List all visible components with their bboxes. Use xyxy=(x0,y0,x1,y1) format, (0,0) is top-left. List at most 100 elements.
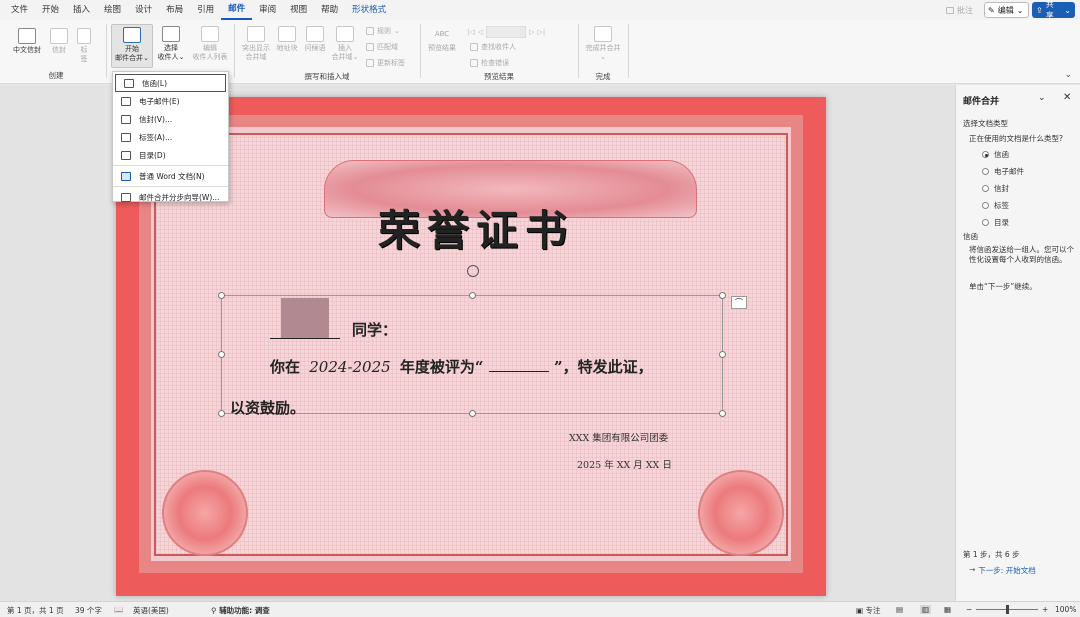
greeting-icon xyxy=(306,26,324,42)
word-count[interactable]: 39 个字 xyxy=(75,605,102,616)
menu-item-letters[interactable]: 信函(L) xyxy=(115,74,226,92)
radio-letters[interactable]: 信函 xyxy=(982,149,1080,160)
match-fields-button[interactable]: 匹配域 xyxy=(366,42,398,52)
resize-handle[interactable] xyxy=(719,351,726,358)
share-label: 共享 xyxy=(1045,0,1054,20)
next-step-label: 下一步: 开始文档 xyxy=(978,566,1036,575)
tab-insert[interactable]: 插入 xyxy=(66,0,97,20)
preview-results-button[interactable]: ABC 预览结果 xyxy=(424,26,460,53)
menu-item-wizard[interactable]: 邮件合并分步向导(W)... xyxy=(113,188,228,206)
prev-record-icon[interactable]: ◁ xyxy=(478,28,483,36)
update-labels-button[interactable]: 更新标签 xyxy=(366,58,405,68)
tab-file[interactable]: 文件 xyxy=(4,0,35,20)
tab-mailings[interactable]: 邮件 xyxy=(221,1,253,20)
section-letters: 信函 xyxy=(963,232,978,241)
zoom-slider-thumb[interactable] xyxy=(1006,605,1009,614)
language[interactable]: 英语(美国) xyxy=(133,605,169,616)
proofing-icon[interactable]: 📖 xyxy=(114,605,123,614)
radio-directory[interactable]: 目录 xyxy=(982,217,1080,228)
tab-view[interactable]: 视图 xyxy=(283,0,314,20)
chinese-envelope-button[interactable]: 中文信封 xyxy=(10,28,44,55)
comment-button[interactable]: 批注 xyxy=(946,2,979,18)
pane-options-chevron-icon[interactable]: ⌄ xyxy=(1038,93,1046,103)
doc-type-options: 信函 电子邮件 信封 标签 目录 xyxy=(956,149,1080,234)
layout-options-icon[interactable]: ⌒ xyxy=(731,296,747,309)
resize-handle[interactable] xyxy=(469,410,476,417)
envelope-button[interactable]: 信封 xyxy=(48,28,70,55)
group-label-create: 创建 xyxy=(48,71,64,80)
tab-review[interactable]: 审阅 xyxy=(252,0,283,20)
resize-handle[interactable] xyxy=(719,292,726,299)
tab-home[interactable]: 开始 xyxy=(35,0,66,20)
pane-title: 邮件合并 xyxy=(963,97,1000,107)
next-step-link[interactable]: → 下一步: 开始文档 xyxy=(969,565,1036,576)
arrow-right-icon: → xyxy=(969,565,976,574)
address-block-button[interactable]: 地址块 xyxy=(274,26,300,53)
continue-instruction: 单击“下一步”继续。 xyxy=(969,282,1037,291)
tab-design[interactable]: 设计 xyxy=(128,0,159,20)
wizard-icon xyxy=(121,192,131,202)
award-year: 2024-2025 xyxy=(309,358,391,376)
share-button[interactable]: ⇪ 共享 ⌄ xyxy=(1032,0,1075,20)
comment-label: 批注 xyxy=(957,5,973,15)
radio-labels[interactable]: 标签 xyxy=(982,200,1080,211)
resize-handle[interactable] xyxy=(218,292,225,299)
radio-dot xyxy=(982,219,989,226)
resize-handle[interactable] xyxy=(218,351,225,358)
menu-item-email[interactable]: 电子邮件(E) xyxy=(113,92,228,110)
edit-mode-button[interactable]: ✎ 编辑 ⌄ xyxy=(984,2,1029,18)
check-errors-button[interactable]: 检查错误 xyxy=(470,58,509,68)
recipients-icon xyxy=(162,26,180,42)
radio-email[interactable]: 电子邮件 xyxy=(982,166,1080,177)
tab-references[interactable]: 引用 xyxy=(190,0,221,20)
finish-merge-button[interactable]: 完成并合并 ⌄ xyxy=(582,26,624,62)
web-layout-icon[interactable]: ▦ xyxy=(944,605,951,614)
highlight-icon xyxy=(247,26,265,42)
menu-item-envelopes[interactable]: 信封(V)... xyxy=(113,110,228,128)
resize-handle[interactable] xyxy=(218,410,225,417)
menu-item-labels[interactable]: 标签(A)... xyxy=(113,128,228,146)
close-pane-icon[interactable]: ✕ xyxy=(1063,92,1071,103)
match-fields-label: 匹配域 xyxy=(377,43,398,51)
read-mode-icon[interactable]: ▤ xyxy=(896,605,903,614)
print-layout-icon[interactable]: ▥ xyxy=(920,605,932,614)
radio-envelopes[interactable]: 信封 xyxy=(982,183,1080,194)
zoom-in-icon[interactable]: + xyxy=(1042,605,1048,614)
greeting-line-button[interactable]: 问候语 xyxy=(302,26,328,53)
label-button[interactable]: 标签 xyxy=(76,28,92,64)
start-mail-merge-button[interactable]: 开始 邮件合并⌄ xyxy=(111,24,153,68)
zoom-out-icon[interactable]: − xyxy=(966,605,972,614)
menu-item-normal-doc[interactable]: 普通 Word 文档(N) xyxy=(113,167,228,185)
finish-merge-icon xyxy=(594,26,612,42)
edit-recipients-button[interactable]: 编辑 收件人列表 xyxy=(190,26,230,62)
record-number-field[interactable] xyxy=(486,26,527,38)
select-recipients-button[interactable]: 选择 收件人⌄ xyxy=(155,26,187,62)
accessibility-status[interactable]: ⚲ 辅助功能: 调查 xyxy=(211,605,270,616)
find-recipient-button[interactable]: 查找收件人 xyxy=(470,42,516,52)
chevron-down-icon: ⌄ xyxy=(600,53,606,61)
highlight-line1: 突出显示 xyxy=(242,44,270,52)
edit-recipients-line2: 收件人列表 xyxy=(192,53,228,61)
menu-item-directory[interactable]: 目录(D) xyxy=(113,146,228,164)
resize-handle[interactable] xyxy=(719,410,726,417)
insert-field-button[interactable]: 插入 合并域⌄ xyxy=(330,26,360,62)
finish-merge-label: 完成并合并 xyxy=(585,44,621,52)
first-record-icon[interactable]: |◁ xyxy=(467,28,475,36)
tab-layout[interactable]: 布局 xyxy=(159,0,190,20)
highlight-fields-button[interactable]: 突出显示 合并域 xyxy=(238,26,274,62)
name-field-placeholder[interactable] xyxy=(281,298,329,338)
rules-icon xyxy=(366,27,374,35)
resize-handle[interactable] xyxy=(469,292,476,299)
tab-help[interactable]: 帮助 xyxy=(314,0,345,20)
rotate-handle-icon[interactable] xyxy=(467,265,479,277)
next-record-icon[interactable]: ▷ xyxy=(529,28,534,36)
collapse-ribbon-icon[interactable]: ⌄ xyxy=(1064,70,1072,80)
tab-shape-format[interactable]: 形状格式 xyxy=(345,0,393,20)
zoom-slider[interactable] xyxy=(976,605,1038,614)
zoom-level[interactable]: 100% xyxy=(1055,605,1076,614)
focus-button[interactable]: ▣ 专注 xyxy=(856,605,880,616)
rules-button[interactable]: 规则 ⌄ xyxy=(366,26,400,36)
last-record-icon[interactable]: ▷| xyxy=(538,28,546,36)
page-count[interactable]: 第 1 页，共 1 页 xyxy=(7,605,64,616)
tab-draw[interactable]: 绘图 xyxy=(97,0,128,20)
